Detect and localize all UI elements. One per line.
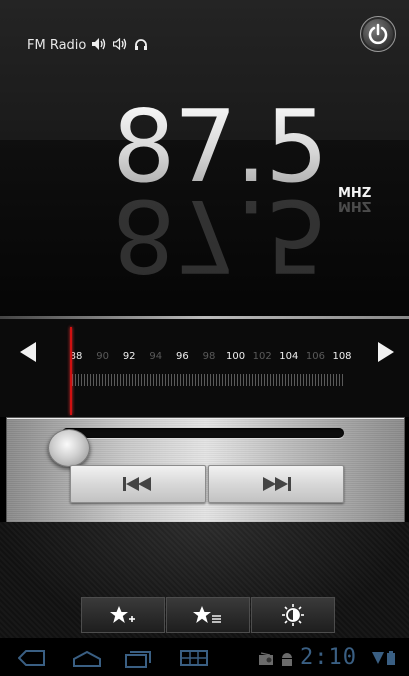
radio-notification-icon (259, 652, 273, 665)
tuner-scale-label: 94 (149, 351, 163, 362)
tuner-scale-label: 98 (202, 351, 216, 362)
brightness-icon (282, 604, 304, 626)
back-icon[interactable] (18, 650, 46, 666)
tuner-scale-label: 102 (252, 351, 272, 362)
tuner-scale-label: 92 (122, 351, 136, 362)
tuner-ticks (72, 374, 344, 386)
power-icon (368, 23, 388, 45)
title-row: FM Radio (27, 37, 148, 53)
tuner-scale-label: 104 (279, 351, 299, 362)
android-debug-icon (282, 653, 292, 666)
battery-icon (387, 651, 395, 665)
speaker-icon (92, 38, 107, 53)
tuner-strip[interactable] (0, 319, 409, 417)
home-icon[interactable] (72, 650, 102, 668)
wifi-icon (372, 652, 384, 664)
app-title: FM Radio (27, 38, 87, 53)
add-favorite-button[interactable] (81, 597, 165, 633)
tuning-slider-track[interactable] (62, 428, 344, 438)
tuner-scale-label: 108 (332, 351, 352, 362)
skip-previous-icon (123, 477, 151, 491)
speaker-outline-icon (113, 37, 128, 53)
tuner-scale-label: 96 (176, 351, 189, 362)
skip-next-icon (263, 477, 291, 491)
previous-station-button[interactable] (70, 465, 206, 503)
tuner-scale-label: 90 (96, 351, 109, 362)
recent-apps-icon[interactable] (124, 650, 152, 668)
frequency-reflection: 87.5 (112, 177, 327, 294)
power-button[interactable] (360, 16, 396, 52)
frequency-unit-reflection: MHZ (338, 198, 372, 213)
tuning-slider-knob[interactable] (48, 429, 90, 467)
headphones-icon (134, 38, 148, 53)
tuner-scale-label: 106 (305, 351, 325, 362)
system-clock: 2:10 (300, 645, 357, 670)
fm-radio-screen: FM Radio 87.5 87.5 MHZ MHZ 88 90 92 94 96 98 1… (0, 0, 409, 676)
next-station-button[interactable] (208, 465, 344, 503)
favorites-list-icon (193, 606, 221, 623)
add-favorite-icon (110, 606, 135, 623)
tuner-scale: 88 90 92 94 96 98 100 102 104 106 108 (0, 351, 409, 365)
tuner-needle[interactable] (70, 327, 72, 415)
tuner-scale-label: 100 (226, 351, 246, 362)
brightness-button[interactable] (251, 597, 335, 633)
menu-grid-icon[interactable] (180, 650, 208, 666)
favorites-list-button[interactable] (166, 597, 250, 633)
